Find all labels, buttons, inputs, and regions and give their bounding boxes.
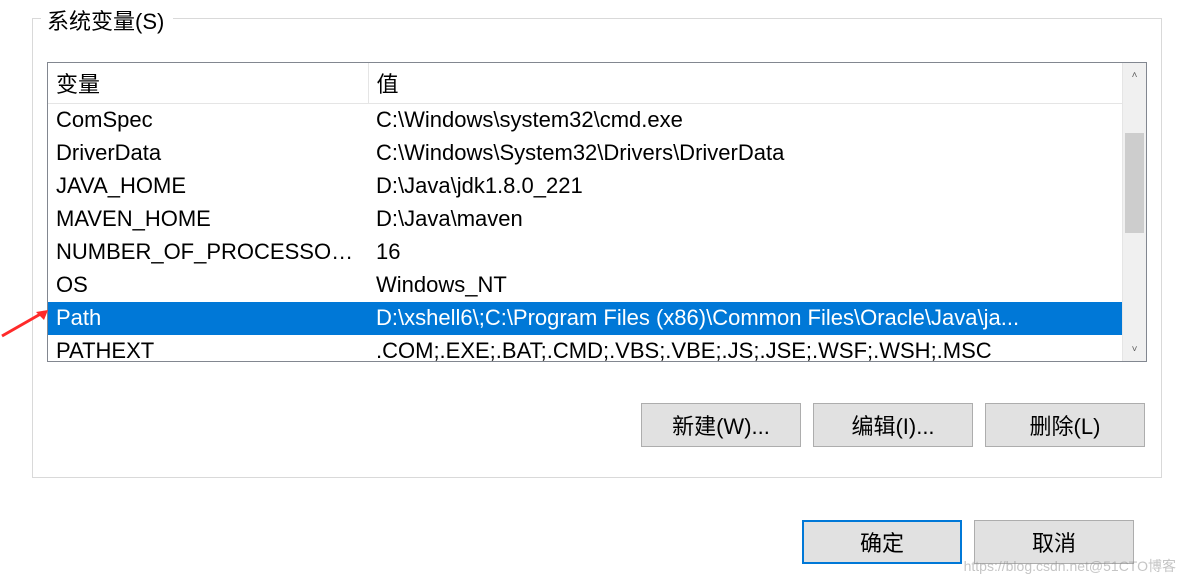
cell-variable: DriverData bbox=[48, 137, 368, 170]
cell-value: Windows_NT bbox=[368, 269, 1122, 302]
table-row[interactable]: MAVEN_HOMED:\Java\maven bbox=[48, 203, 1122, 236]
table-row[interactable]: PATHEXT.COM;.EXE;.BAT;.CMD;.VBS;.VBE;.JS… bbox=[48, 335, 1122, 362]
cell-variable: OS bbox=[48, 269, 368, 302]
variables-table-viewport: 变量 值 ComSpecC:\Windows\system32\cmd.exeD… bbox=[48, 63, 1122, 361]
cell-variable: JAVA_HOME bbox=[48, 170, 368, 203]
variables-table-container: 变量 值 ComSpecC:\Windows\system32\cmd.exeD… bbox=[47, 62, 1147, 362]
variables-table[interactable]: 变量 值 ComSpecC:\Windows\system32\cmd.exeD… bbox=[48, 63, 1122, 361]
cell-value: C:\Windows\System32\Drivers\DriverData bbox=[368, 137, 1122, 170]
cell-value: C:\Windows\system32\cmd.exe bbox=[368, 104, 1122, 137]
cell-value: D:\Java\jdk1.8.0_221 bbox=[368, 170, 1122, 203]
table-row[interactable]: OSWindows_NT bbox=[48, 269, 1122, 302]
cell-value: 16 bbox=[368, 236, 1122, 269]
table-buttons-row: 新建(W)... 编辑(I)... 删除(L) bbox=[641, 403, 1145, 447]
cell-variable: MAVEN_HOME bbox=[48, 203, 368, 236]
delete-button-label: 删除(L) bbox=[1030, 409, 1101, 441]
group-label: 系统变量(S) bbox=[43, 4, 168, 36]
header-variable[interactable]: 变量 bbox=[48, 63, 368, 104]
system-variables-group: 系统变量(S) 变量 值 ComSpecC:\Windows\system32\… bbox=[32, 18, 1162, 478]
cell-variable: NUMBER_OF_PROCESSORS bbox=[48, 236, 368, 269]
vertical-scrollbar[interactable]: ˄ ˅ bbox=[1122, 63, 1146, 361]
table-row[interactable]: NUMBER_OF_PROCESSORS16 bbox=[48, 236, 1122, 269]
delete-button[interactable]: 删除(L) bbox=[985, 403, 1145, 447]
new-button[interactable]: 新建(W)... bbox=[641, 403, 801, 447]
cell-variable: ComSpec bbox=[48, 104, 368, 137]
cancel-button-label: 取消 bbox=[1032, 526, 1076, 558]
scroll-down-button[interactable]: ˅ bbox=[1123, 337, 1146, 361]
scroll-thumb[interactable] bbox=[1125, 133, 1144, 233]
cell-value: .COM;.EXE;.BAT;.CMD;.VBS;.VBE;.JS;.JSE;.… bbox=[368, 335, 1122, 362]
window-left-edge bbox=[0, 0, 8, 582]
header-value[interactable]: 值 bbox=[368, 63, 1122, 104]
cell-variable: Path bbox=[48, 302, 368, 335]
group-border-top-right bbox=[173, 18, 1161, 19]
watermark-text: https://blog.csdn.net@51CTO博客 bbox=[964, 556, 1176, 576]
edit-button[interactable]: 编辑(I)... bbox=[813, 403, 973, 447]
table-row[interactable]: PathD:\xshell6\;C:\Program Files (x86)\C… bbox=[48, 302, 1122, 335]
new-button-label: 新建(W)... bbox=[672, 409, 770, 441]
edit-button-label: 编辑(I)... bbox=[851, 409, 934, 441]
chevron-down-icon: ˅ bbox=[1132, 344, 1138, 355]
cell-variable: PATHEXT bbox=[48, 335, 368, 362]
cell-value: D:\Java\maven bbox=[368, 203, 1122, 236]
group-border-top-left bbox=[33, 18, 41, 19]
table-row[interactable]: JAVA_HOMED:\Java\jdk1.8.0_221 bbox=[48, 170, 1122, 203]
ok-button-label: 确定 bbox=[860, 526, 904, 558]
ok-button[interactable]: 确定 bbox=[802, 520, 962, 564]
chevron-up-icon: ˄ bbox=[1132, 70, 1138, 81]
scroll-up-button[interactable]: ˄ bbox=[1123, 63, 1146, 87]
cell-value: D:\xshell6\;C:\Program Files (x86)\Commo… bbox=[368, 302, 1122, 335]
table-row[interactable]: DriverDataC:\Windows\System32\Drivers\Dr… bbox=[48, 137, 1122, 170]
table-row[interactable]: ComSpecC:\Windows\system32\cmd.exe bbox=[48, 104, 1122, 137]
